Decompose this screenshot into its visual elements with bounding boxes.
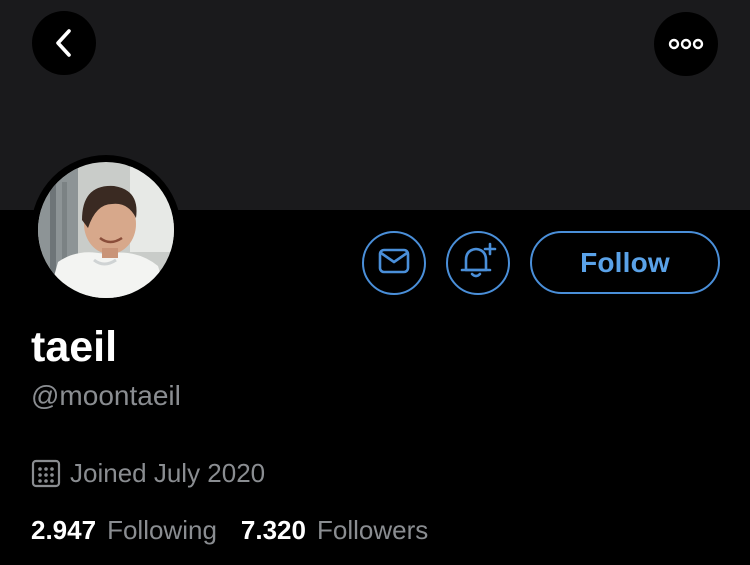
chevron-left-icon	[54, 28, 74, 58]
bell-plus-icon	[458, 242, 498, 285]
joined-date-row: Joined July 2020	[31, 456, 265, 490]
envelope-icon	[378, 248, 410, 279]
back-button[interactable]	[32, 11, 96, 75]
followers-label: Followers	[316, 515, 429, 545]
followers-count: 7.320	[240, 515, 306, 545]
calendar-icon	[31, 458, 61, 488]
profile-page: Follow taeil @moontaeil Joined July 2020…	[0, 0, 750, 565]
message-button[interactable]	[362, 231, 426, 295]
followers-link[interactable]: 7.320 Followers	[241, 515, 428, 546]
notifications-button[interactable]	[446, 231, 510, 295]
following-label: Following	[107, 515, 217, 545]
more-horizontal-icon	[668, 38, 704, 50]
display-name: taeil	[31, 323, 118, 371]
follow-button[interactable]: Follow	[530, 231, 720, 294]
avatar[interactable]	[38, 162, 174, 298]
joined-date: Joined July 2020	[70, 457, 266, 488]
avatar-border	[31, 155, 181, 305]
more-options-button[interactable]	[654, 12, 718, 76]
following-link[interactable]: 2.947 Following	[31, 515, 217, 546]
following-count: 2.947	[31, 515, 97, 545]
user-handle: @moontaeil	[31, 380, 181, 411]
follow-stats: 2.947 Following 7.320 Followers	[31, 515, 428, 551]
